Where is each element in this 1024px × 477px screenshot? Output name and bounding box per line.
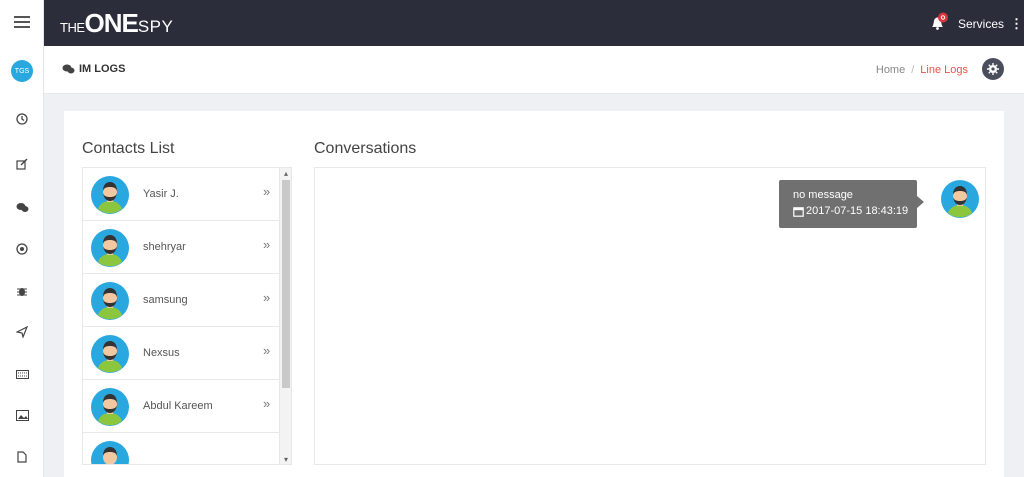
chevron-right-icon: » — [263, 290, 271, 305]
message-bubble: no message 2017-07-15 18:43:19 — [779, 180, 924, 228]
clock-icon[interactable] — [0, 108, 44, 130]
contact-avatar — [91, 229, 129, 267]
file-icon[interactable] — [0, 446, 44, 468]
breadcrumb-current: Line Logs — [920, 64, 968, 76]
contacts-list: Yasir J. » shehryar » samsung » Nexsus »… — [82, 167, 292, 465]
contact-name: Abdul Kareem — [143, 400, 213, 412]
chevron-right-icon: » — [263, 396, 271, 411]
chevron-right-icon: » — [263, 237, 271, 252]
brand-logo[interactable]: THE ONE SPY — [60, 10, 173, 36]
page-header: IM LOGS Home / Line Logs — [44, 46, 1024, 94]
message-sender-avatar — [941, 180, 979, 218]
conversations-title: Conversations — [314, 140, 417, 157]
contact-name: shehryar — [143, 241, 186, 253]
contact-avatar — [91, 282, 129, 320]
send-icon[interactable] — [0, 321, 44, 343]
contact-item[interactable]: Yasir J. » — [83, 168, 279, 221]
user-initials: TGS — [11, 60, 33, 82]
scrollbar-thumb[interactable] — [282, 180, 290, 388]
contact-avatar — [91, 335, 129, 373]
contact-name: samsung — [143, 294, 188, 306]
message-timestamp: 2017-07-15 18:43:19 — [793, 205, 917, 217]
keyboard-icon[interactable] — [0, 363, 44, 385]
message-text: no message — [793, 189, 853, 201]
page-title: IM LOGS — [62, 63, 125, 75]
chevron-right-icon: » — [263, 184, 271, 199]
left-icon-rail: TGS — [0, 0, 44, 477]
breadcrumb-separator: / — [911, 64, 915, 76]
contact-item[interactable]: samsung » — [83, 274, 279, 327]
breadcrumb-home-link[interactable]: Home — [876, 64, 905, 76]
gear-icon — [987, 63, 999, 75]
contact-item-partial[interactable] — [83, 433, 279, 464]
timestamp-text: 2017-07-15 18:43:19 — [806, 205, 909, 217]
contact-avatar — [91, 176, 129, 214]
top-navbar: THE ONE SPY Services ⋮ — [44, 0, 1024, 46]
settings-gear-button[interactable] — [982, 58, 1004, 80]
contact-name: Yasir J. — [143, 188, 179, 200]
contacts-list-title: Contacts List — [82, 140, 175, 157]
chat-icon[interactable] — [0, 196, 44, 218]
contact-item[interactable]: Abdul Kareem » — [83, 380, 279, 433]
contact-item[interactable]: Nexsus » — [83, 327, 279, 380]
conversation-panel: no message 2017-07-15 18:43:19 — [314, 167, 986, 465]
scroll-up-arrow-icon[interactable]: ▴ — [280, 168, 291, 180]
user-avatar[interactable]: TGS — [0, 60, 44, 82]
services-label: Services — [958, 17, 1005, 31]
contact-avatar — [91, 388, 129, 426]
im-logs-card: Contacts List Conversations Yasir J. » s… — [64, 111, 1004, 477]
page-title-text: IM LOGS — [79, 63, 126, 75]
scroll-down-arrow-icon[interactable]: ▾ — [280, 454, 291, 464]
chevron-right-icon: » — [263, 343, 271, 358]
services-menu[interactable]: Services ⋮ — [958, 16, 1023, 32]
contact-item[interactable]: shehryar » — [83, 221, 279, 274]
chat-icon — [62, 64, 75, 74]
breadcrumb: Home / Line Logs — [876, 64, 968, 76]
contacts-scrollbar[interactable]: ▴ ▾ — [279, 168, 291, 464]
bug-icon[interactable] — [0, 280, 44, 302]
kebab-menu-icon: ⋮ — [1010, 16, 1024, 31]
edit-icon[interactable] — [0, 153, 44, 175]
notification-bell-icon[interactable] — [928, 11, 950, 33]
contact-name: Nexsus — [143, 347, 180, 359]
target-icon[interactable] — [0, 238, 44, 260]
image-icon[interactable] — [0, 404, 44, 426]
contact-avatar — [91, 441, 129, 464]
hamburger-menu-icon[interactable] — [0, 11, 44, 33]
calendar-icon — [793, 206, 804, 217]
